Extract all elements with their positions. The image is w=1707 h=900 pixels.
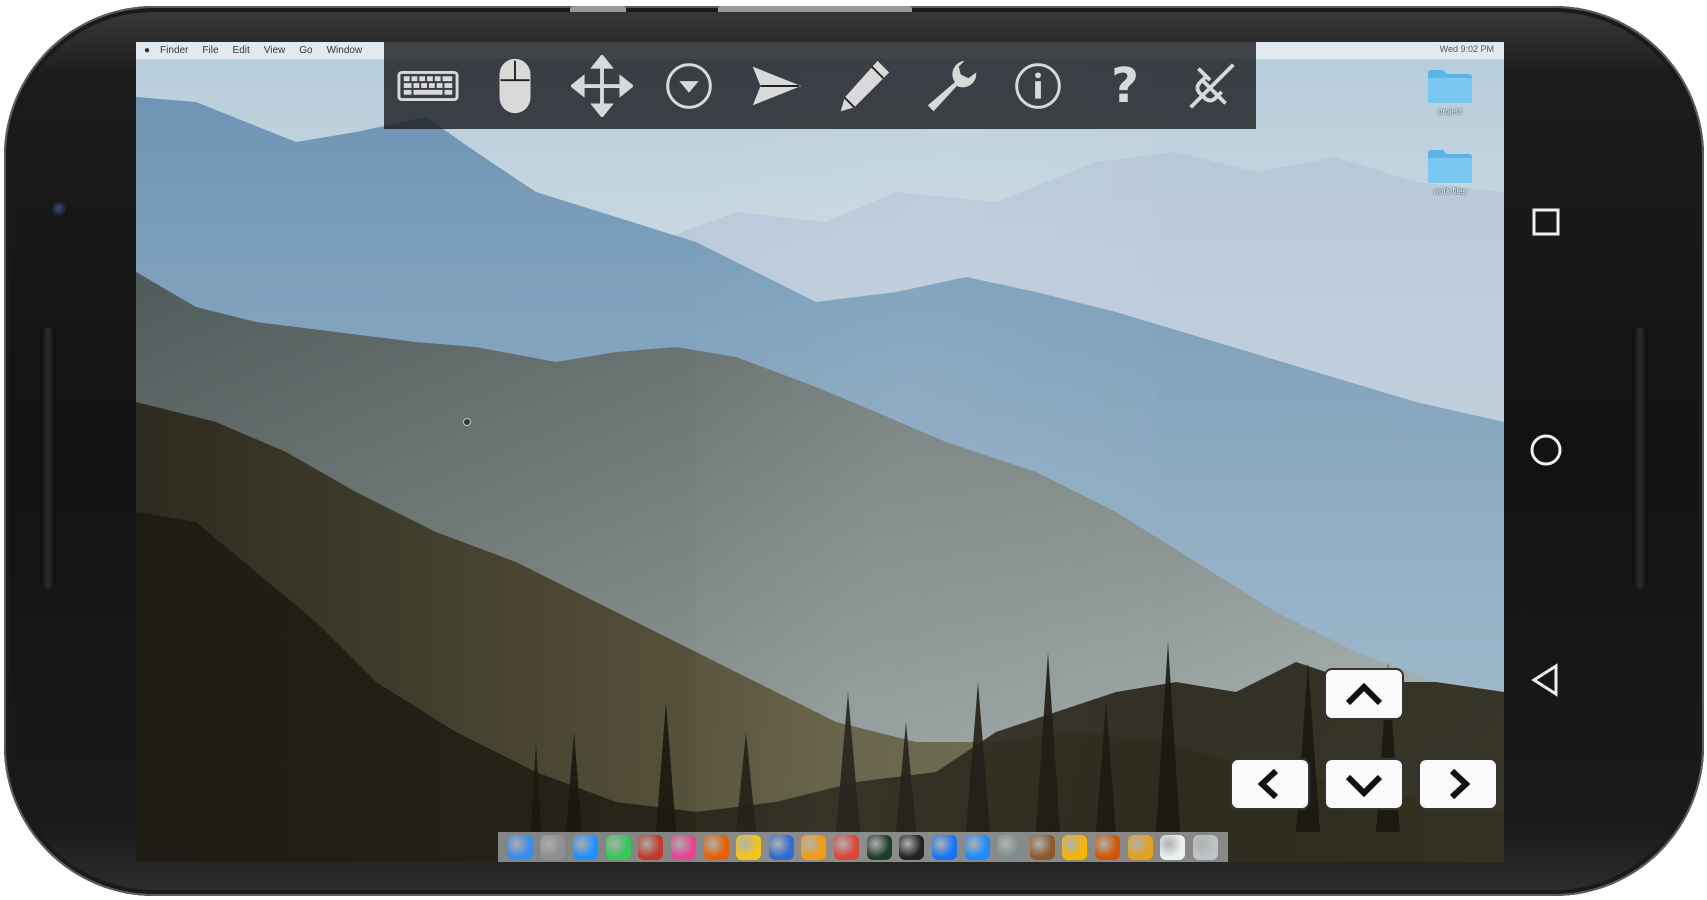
- folder-icon: [1427, 68, 1473, 104]
- folder-label: project: [1437, 107, 1462, 116]
- menu-edit[interactable]: Edit: [233, 45, 250, 56]
- wrench-icon: [927, 60, 976, 111]
- menu-finder[interactable]: Finder: [160, 45, 188, 56]
- android-home-button[interactable]: [1516, 420, 1576, 480]
- arrow-up-button[interactable]: [1326, 670, 1402, 718]
- move-arrows-icon: [570, 54, 633, 117]
- arrow-right-button[interactable]: [1420, 760, 1496, 808]
- dock-app-finder[interactable]: [507, 834, 533, 860]
- dock-app-safari[interactable]: [573, 834, 599, 860]
- android-recents-button[interactable]: [1516, 192, 1576, 252]
- android-back-button[interactable]: [1516, 650, 1576, 710]
- chevron-down-icon: [1345, 774, 1383, 798]
- mouse-icon: [499, 58, 531, 113]
- dock-app-sketch[interactable]: [1062, 834, 1088, 860]
- dock-app-thunderbird[interactable]: [768, 834, 794, 860]
- pencil-icon: [840, 60, 889, 111]
- menubar-status-area: Wed 9:02 PM: [1440, 44, 1494, 54]
- dock-app-activity-monitor[interactable]: [866, 834, 892, 860]
- dock-app-chrome[interactable]: [834, 834, 860, 860]
- square-icon: [1532, 208, 1560, 236]
- dock-app-itunes[interactable]: [670, 834, 696, 860]
- dock-app-ibooks[interactable]: [801, 834, 827, 860]
- remote-mouse-cursor: [463, 418, 471, 426]
- menu-window[interactable]: Window: [327, 45, 363, 56]
- send-icon: [753, 66, 802, 105]
- dock-app-app-brown[interactable]: [1029, 834, 1055, 860]
- desktop-folder-project[interactable]: project: [1420, 68, 1480, 116]
- menu-go[interactable]: Go: [299, 45, 312, 56]
- power-button: [570, 6, 626, 12]
- dock-app-preview[interactable]: [997, 834, 1023, 860]
- dock-app-terminal[interactable]: [899, 834, 925, 860]
- chevron-right-icon: [1449, 768, 1471, 800]
- help-button[interactable]: ?: [1090, 51, 1160, 121]
- left-speaker-grille: [40, 328, 56, 588]
- dock-app-photo-booth[interactable]: [638, 834, 664, 860]
- dropdown-circle-icon: [666, 62, 712, 109]
- chevron-left-icon: [1257, 768, 1279, 800]
- dock-app-messages[interactable]: [605, 834, 631, 860]
- menu-view[interactable]: View: [264, 45, 286, 56]
- circle-icon: [1530, 434, 1562, 466]
- triangle-back-icon: [1531, 663, 1558, 697]
- dock-app-xcode[interactable]: [931, 834, 957, 860]
- volume-button: [718, 6, 912, 12]
- dock-app-app-store[interactable]: [964, 834, 990, 860]
- dock-app-documents[interactable]: [1160, 834, 1186, 860]
- dock-app-firefox[interactable]: [703, 834, 729, 860]
- info-icon: [1015, 62, 1061, 109]
- wallpaper-mountains: [136, 42, 1504, 862]
- desktop-folder-work-files[interactable]: work files: [1420, 148, 1480, 196]
- question-icon: ?: [1111, 57, 1140, 114]
- remote-toolbar: ?: [384, 42, 1256, 129]
- info-button[interactable]: [1003, 51, 1073, 121]
- settings-button[interactable]: [916, 51, 986, 121]
- mac-dock: [498, 832, 1228, 862]
- chevron-up-icon: [1345, 682, 1383, 706]
- dock-app-launchpad[interactable]: [540, 834, 566, 860]
- menubar-clock[interactable]: Wed 9:02 PM: [1440, 44, 1494, 54]
- phone-screen: ● Finder File Edit View Go Window Wed 9:…: [136, 42, 1504, 862]
- disconnect-icon: [1189, 62, 1235, 109]
- menu-button[interactable]: [654, 51, 724, 121]
- folder-icon: [1427, 148, 1473, 184]
- pan-button[interactable]: [567, 51, 637, 121]
- mouse-button[interactable]: [480, 51, 550, 121]
- disconnect-button[interactable]: [1177, 51, 1247, 121]
- apple-logo-icon[interactable]: ●: [144, 45, 150, 56]
- arrow-down-button[interactable]: [1326, 760, 1402, 808]
- arrow-left-button[interactable]: [1232, 760, 1308, 808]
- draw-button[interactable]: [829, 51, 899, 121]
- remote-desktop[interactable]: ● Finder File Edit View Go Window Wed 9:…: [136, 42, 1504, 862]
- dock-app-folder-stack[interactable]: [1127, 834, 1153, 860]
- right-speaker-grille: [1632, 328, 1648, 588]
- folder-label: work files: [1433, 187, 1467, 196]
- dock-app-app-yellow[interactable]: [736, 834, 762, 860]
- dock-app-app-multicolor[interactable]: [1095, 834, 1121, 860]
- menu-file[interactable]: File: [202, 45, 218, 56]
- send-button[interactable]: [741, 51, 811, 121]
- keyboard-icon: [397, 70, 459, 101]
- keyboard-button[interactable]: [393, 51, 463, 121]
- front-camera: [52, 202, 68, 218]
- dock-app-trash[interactable]: [1192, 834, 1218, 860]
